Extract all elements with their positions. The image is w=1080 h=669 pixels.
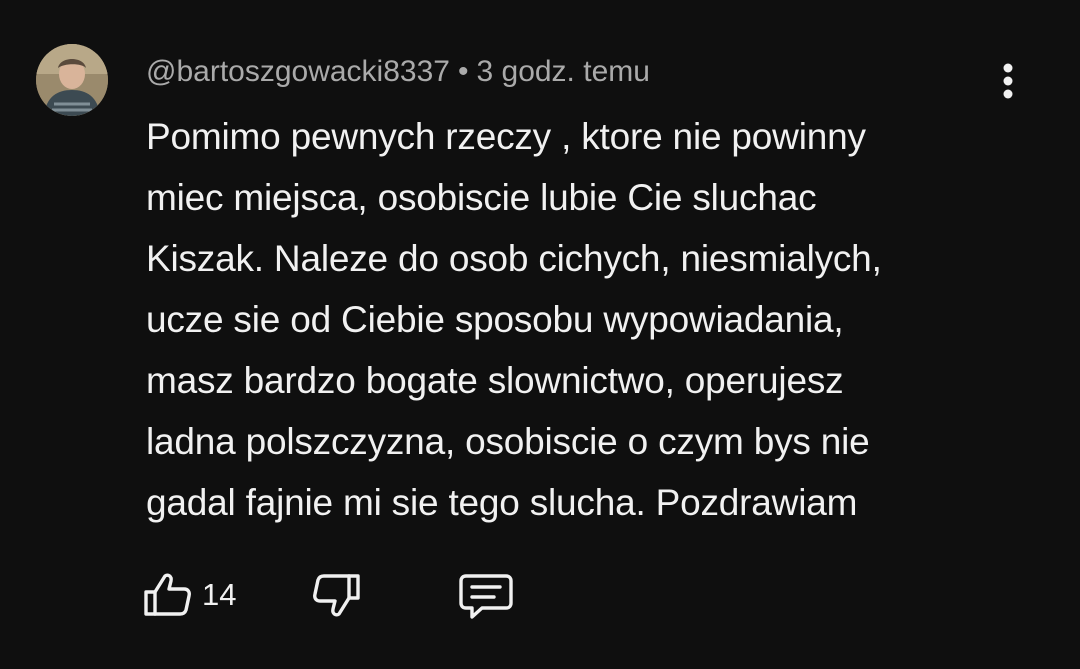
more-vert-icon [1003, 63, 1013, 99]
comment-author[interactable]: @bartoszgowacki8337 [146, 55, 450, 88]
thumb-down-icon [313, 574, 360, 617]
like-count: 14 [202, 577, 237, 612]
comment-line: Pomimo pewnych rzeczy , ktore nie powinn… [146, 116, 866, 157]
meta-separator: • [457, 55, 469, 88]
comment-timestamp[interactable]: 3 godz. temu [476, 55, 649, 88]
comment-text: Pomimo pewnych rzeczy , ktore nie powinn… [146, 106, 1046, 533]
comment-line: ucze sie od Ciebie sposobu wypowiadania, [146, 299, 844, 340]
comment-line: miec miejsca, osobiscie lubie Cie slucha… [146, 177, 817, 218]
dislike-button[interactable] [310, 565, 364, 625]
like-button[interactable]: 14 [140, 565, 236, 625]
comment-line: gadal fajnie mi sie tego slucha. Pozdraw… [146, 482, 858, 523]
comment-line: ladna polszczyzna, osobiscie o czym bys … [146, 421, 870, 462]
comment-line: Kiszak. Naleze do osob cichych, niesmial… [146, 238, 882, 279]
more-options-button[interactable] [992, 60, 1024, 104]
thumb-up-icon [144, 573, 191, 616]
comment-meta: @bartoszgowacki8337 • 3 godz. temu [146, 52, 650, 92]
comment-line: masz bardzo bogate slownictwo, operujesz [146, 360, 844, 401]
avatar-image [36, 44, 108, 116]
comment-icon [459, 574, 513, 619]
avatar[interactable] [36, 44, 108, 116]
comment-card: @bartoszgowacki8337 • 3 godz. temu Pomimo … [0, 0, 1080, 669]
reply-button[interactable] [456, 565, 516, 625]
